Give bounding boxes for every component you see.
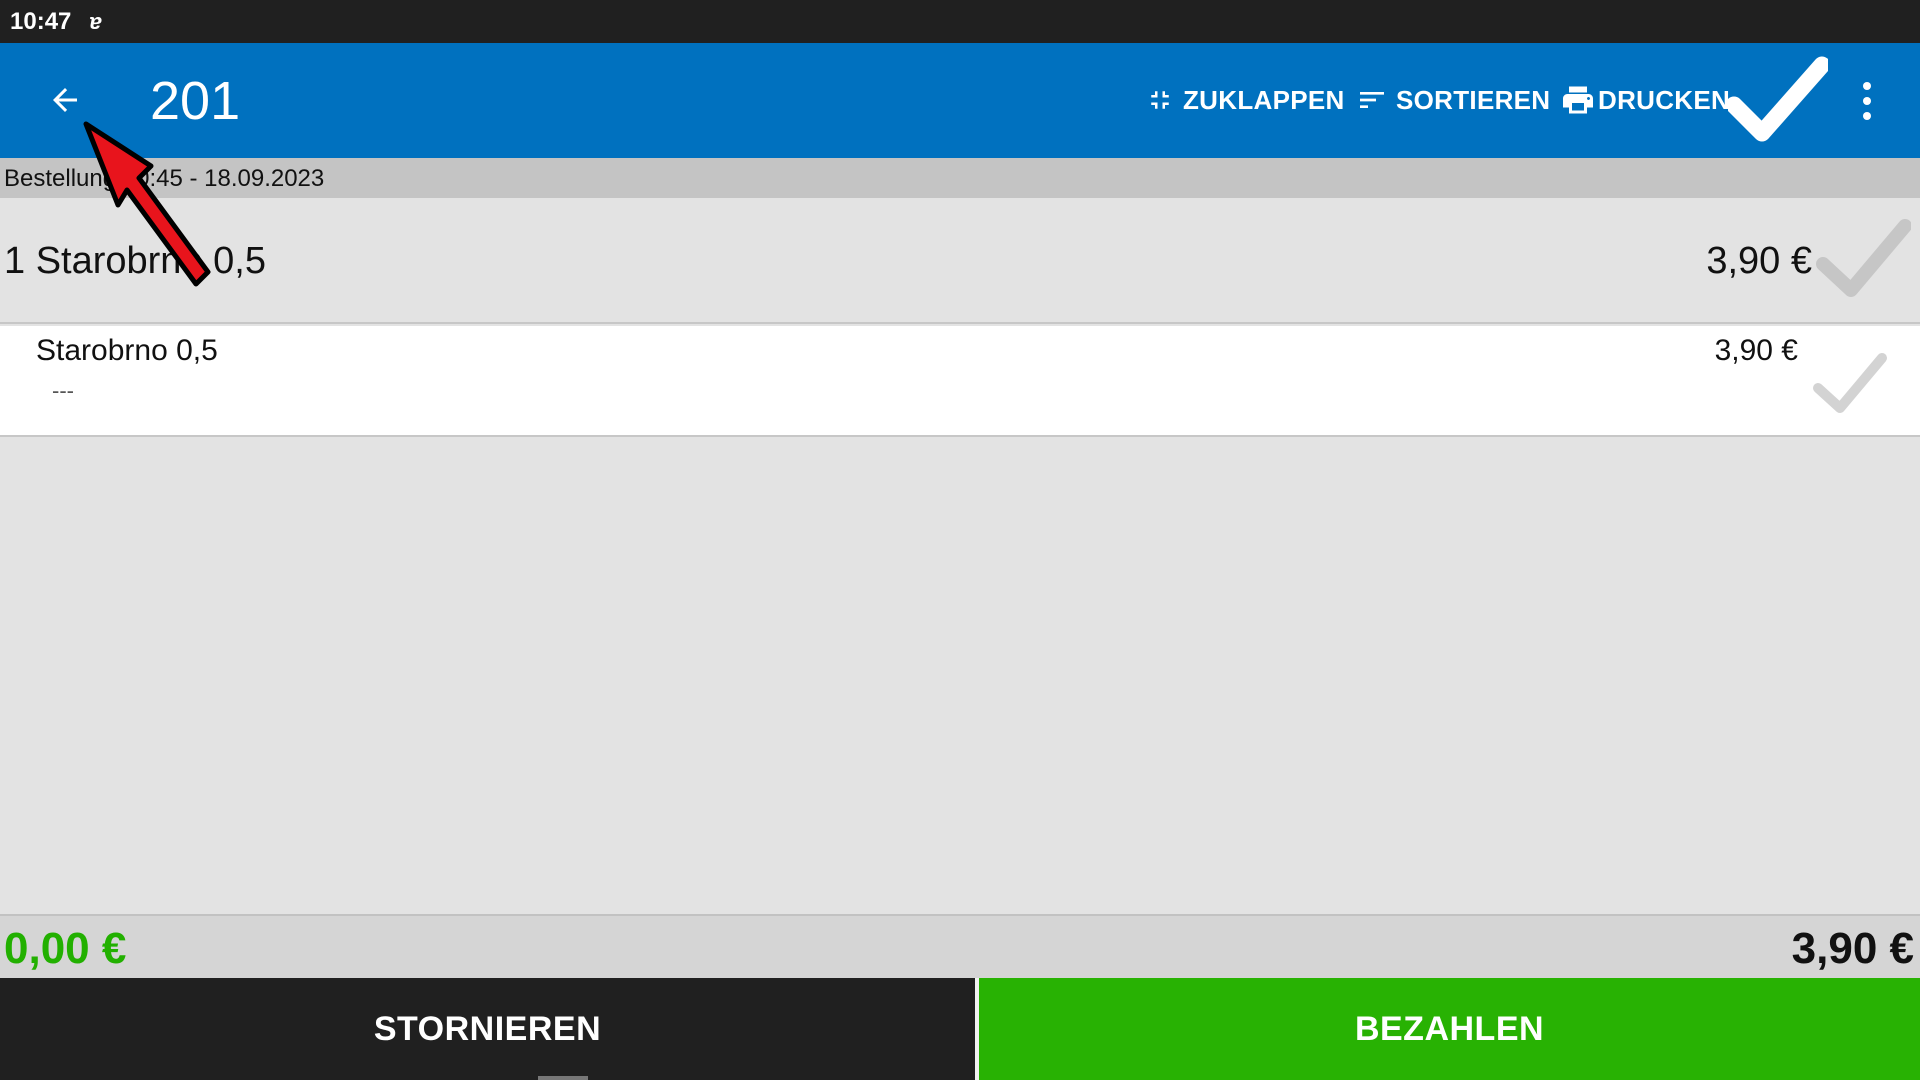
app-bar: 201 ZUKLAPPEN SORTIEREN DRUCKEN <box>0 43 1920 158</box>
item-note: --- <box>52 378 74 403</box>
open-total: 3,90 € <box>1791 924 1914 973</box>
print-button[interactable]: DRUCKEN <box>1560 79 1730 121</box>
checkmark-icon <box>1725 56 1831 142</box>
table-row[interactable]: Starobrno 0,5 --- 3,90 € <box>0 326 1920 437</box>
group-name: 1 Starobrno 0,5 <box>4 240 266 282</box>
checkmark-icon[interactable] <box>1812 350 1888 420</box>
group-price: 3,90 € <box>1706 240 1812 282</box>
cancel-button[interactable]: STORNIEREN <box>0 978 975 1080</box>
status-bar: 10:47 ɐ <box>0 0 1920 43</box>
checkmark-icon[interactable] <box>1815 216 1911 306</box>
paid-total: 0,00 € <box>4 924 127 973</box>
sort-button[interactable]: SORTIEREN <box>1356 79 1550 121</box>
totals-bar: 0,00 € 3,90 € <box>0 914 1920 978</box>
item-name: Starobrno 0,5 <box>36 334 218 367</box>
more-options-button[interactable] <box>1850 73 1884 129</box>
print-label: DRUCKEN <box>1598 84 1731 115</box>
collapse-icon <box>1151 91 1169 109</box>
back-arrow-icon <box>53 88 77 112</box>
navigation-handle[interactable] <box>538 1076 588 1080</box>
page-title: 201 <box>150 71 241 131</box>
pay-button[interactable]: BEZAHLEN <box>979 978 1920 1080</box>
collapse-label: ZUKLAPPEN <box>1183 84 1345 115</box>
order-group-row[interactable]: 1 Starobrno 0,5 3,90 € <box>0 198 1920 324</box>
order-list-empty-area <box>0 437 1920 914</box>
printer-icon <box>1563 86 1593 114</box>
confirm-button[interactable] <box>1725 53 1831 153</box>
order-header: Bestellung 10:45 - 18.09.2023 <box>0 158 1920 198</box>
back-button[interactable] <box>32 67 98 133</box>
status-time: 10:47 <box>10 7 72 35</box>
more-vertical-icon <box>1863 82 1871 90</box>
collapse-button[interactable]: ZUKLAPPEN <box>1145 79 1345 121</box>
app-notification-icon: ɐ <box>89 8 102 34</box>
item-price: 3,90 € <box>1714 334 1798 367</box>
sort-label: SORTIEREN <box>1396 84 1551 115</box>
sort-icon <box>1360 92 1384 108</box>
